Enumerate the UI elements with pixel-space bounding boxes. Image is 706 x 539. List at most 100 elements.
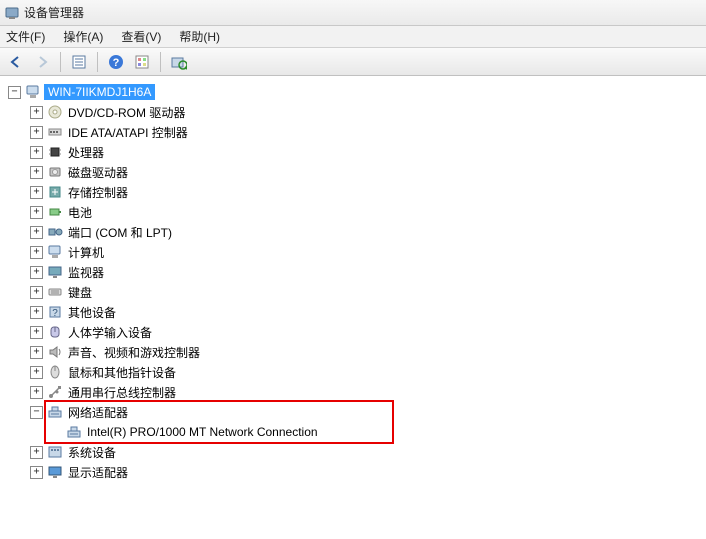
tree-category[interactable]: + 存储控制器	[30, 182, 706, 202]
device-tree[interactable]: − WIN-7IIKMDJ1H6A + DVD/CD-ROM 驱动器 + IDE AT…	[0, 76, 706, 539]
network-icon	[66, 424, 82, 440]
expander-icon[interactable]: +	[30, 466, 43, 479]
network-icon	[47, 404, 63, 420]
view-list-button[interactable]	[67, 51, 91, 73]
expander-icon[interactable]: +	[30, 106, 43, 119]
menu-action[interactable]: 操作(A)	[61, 26, 105, 47]
storage-icon	[47, 184, 63, 200]
expander-icon[interactable]: +	[30, 286, 43, 299]
tree-category[interactable]: + 端口 (COM 和 LPT)	[30, 222, 706, 242]
tree-category[interactable]: + 磁盘驱动器	[30, 162, 706, 182]
tree-root[interactable]: − WIN-7IIKMDJ1H6A	[8, 82, 706, 102]
toolbar-separator	[160, 52, 161, 72]
tree-category[interactable]: + 监视器	[30, 262, 706, 282]
usb-icon	[47, 384, 63, 400]
tree-category[interactable]: + IDE ATA/ATAPI 控制器	[30, 122, 706, 142]
computer-icon	[25, 84, 41, 100]
cpu-icon	[47, 144, 63, 160]
list-icon	[71, 54, 87, 70]
tree-category[interactable]: + 通用串行总线控制器	[30, 382, 706, 402]
keyboard-icon	[47, 284, 63, 300]
toolbar-separator	[97, 52, 98, 72]
titlebar: 设备管理器	[0, 0, 706, 26]
port-icon	[47, 224, 63, 240]
menu-view[interactable]: 查看(V)	[119, 26, 163, 47]
tree-category[interactable]: + 人体学输入设备	[30, 322, 706, 342]
tree-category-label: 处理器	[66, 143, 106, 162]
disk-icon	[47, 164, 63, 180]
other-icon: ?	[47, 304, 63, 320]
expander-icon[interactable]: +	[30, 366, 43, 379]
tree-category-label: 显示适配器	[66, 463, 130, 482]
audio-icon	[47, 344, 63, 360]
tree-category-label: 人体学输入设备	[66, 323, 154, 342]
tree-category[interactable]: + 声音、视频和游戏控制器	[30, 342, 706, 362]
expander-icon[interactable]: +	[30, 446, 43, 459]
tree-category[interactable]: + 显示适配器	[30, 462, 706, 482]
tree-category-label: DVD/CD-ROM 驱动器	[66, 103, 187, 122]
window-title: 设备管理器	[24, 4, 84, 21]
tree-category-label: 系统设备	[66, 443, 118, 462]
monitor-icon	[47, 264, 63, 280]
expander-icon[interactable]: +	[30, 326, 43, 339]
tree-category[interactable]: +电池	[30, 202, 706, 222]
expander-icon[interactable]: +	[30, 166, 43, 179]
forward-button[interactable]	[30, 51, 54, 73]
toolbar-separator	[60, 52, 61, 72]
svg-text:?: ?	[113, 57, 120, 69]
tree-category[interactable]: − 网络适配器	[30, 402, 706, 422]
tree-category-label: 存储控制器	[66, 183, 130, 202]
tree-device[interactable]: Intel(R) PRO/1000 MT Network Connection	[66, 422, 706, 442]
tree-category-label: 磁盘驱动器	[66, 163, 130, 182]
tree-category[interactable]: + 计算机	[30, 242, 706, 262]
menu-file[interactable]: 文件(F)	[4, 26, 47, 47]
expander-icon[interactable]: +	[30, 186, 43, 199]
expander-icon[interactable]: +	[30, 346, 43, 359]
tree-category[interactable]: + DVD/CD-ROM 驱动器	[30, 102, 706, 122]
menubar: 文件(F) 操作(A) 查看(V) 帮助(H)	[0, 26, 706, 48]
expander-icon[interactable]: +	[30, 126, 43, 139]
svg-text:?: ?	[52, 308, 58, 319]
expander-icon[interactable]: +	[30, 246, 43, 259]
tree-root-label: WIN-7IIKMDJ1H6A	[44, 84, 155, 100]
expander-icon[interactable]: +	[30, 206, 43, 219]
properties-icon	[134, 54, 150, 70]
menu-help[interactable]: 帮助(H)	[177, 26, 222, 47]
properties-button[interactable]	[130, 51, 154, 73]
tree-category-label: 鼠标和其他指针设备	[66, 363, 178, 382]
help-button[interactable]: ?	[104, 51, 128, 73]
expander-icon[interactable]: +	[30, 306, 43, 319]
tree-category[interactable]: + 鼠标和其他指针设备	[30, 362, 706, 382]
expander-icon[interactable]: +	[30, 226, 43, 239]
tree-category-label: 其他设备	[66, 303, 118, 322]
tree-category-label: 端口 (COM 和 LPT)	[66, 223, 174, 242]
expander-icon[interactable]: +	[30, 266, 43, 279]
expander-icon[interactable]: +	[30, 386, 43, 399]
tree-category[interactable]: + 处理器	[30, 142, 706, 162]
ide-icon	[47, 124, 63, 140]
mouse-icon	[47, 364, 63, 380]
scan-hardware-button[interactable]	[167, 51, 191, 73]
tree-category-label: 通用串行总线控制器	[66, 383, 178, 402]
tree-category-label: 监视器	[66, 263, 106, 282]
tree-category-label: 声音、视频和游戏控制器	[66, 343, 202, 362]
tree-category-label: 计算机	[66, 243, 106, 262]
tree-category-label: 键盘	[66, 283, 94, 302]
tree-category-label: IDE ATA/ATAPI 控制器	[66, 123, 190, 142]
tree-category-label: 网络适配器	[66, 403, 130, 422]
expander-icon[interactable]: +	[30, 146, 43, 159]
computer-icon	[47, 244, 63, 260]
disc-icon	[47, 104, 63, 120]
forward-arrow-icon	[34, 54, 50, 70]
tree-category[interactable]: +? 其他设备	[30, 302, 706, 322]
help-icon: ?	[108, 54, 124, 70]
display-icon	[47, 464, 63, 480]
tree-category[interactable]: + 键盘	[30, 282, 706, 302]
hid-icon	[47, 324, 63, 340]
expander-icon[interactable]: −	[8, 86, 21, 99]
system-icon	[47, 444, 63, 460]
back-button[interactable]	[4, 51, 28, 73]
tree-category[interactable]: + 系统设备	[30, 442, 706, 462]
expander-icon[interactable]: −	[30, 406, 43, 419]
scan-icon	[171, 54, 187, 70]
